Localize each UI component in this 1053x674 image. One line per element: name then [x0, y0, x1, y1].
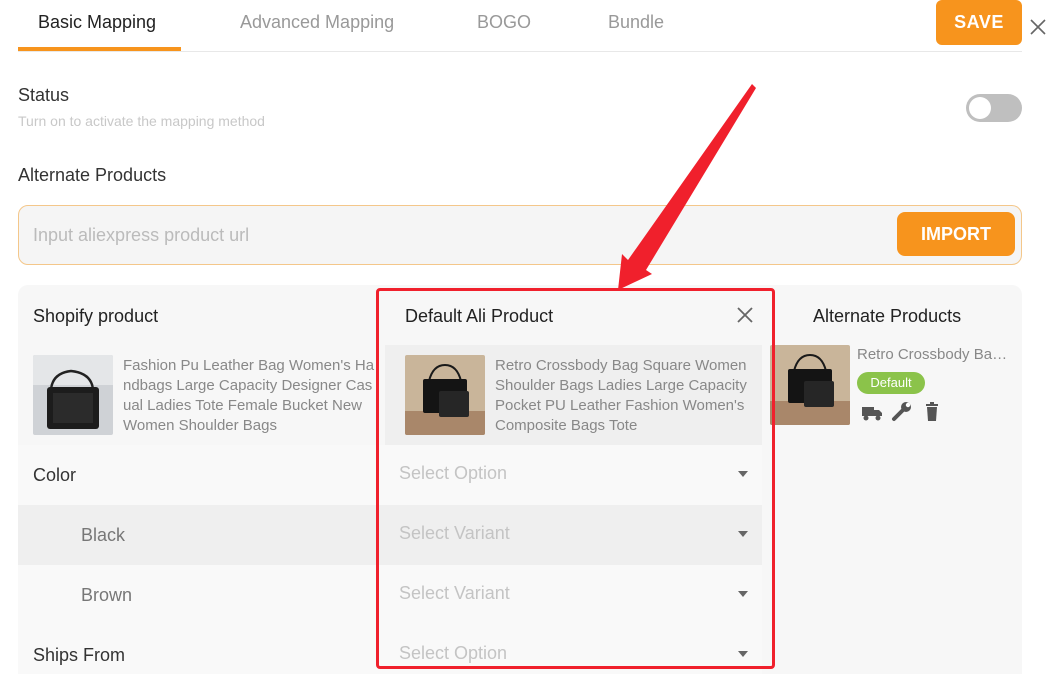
select-black-variant-text: Select Variant: [399, 523, 510, 543]
select-brown-variant[interactable]: Select Variant: [385, 565, 762, 625]
caret-down-icon: [738, 651, 748, 657]
select-ships-from-option[interactable]: Select Option: [385, 625, 762, 674]
caret-down-icon: [738, 471, 748, 477]
active-tab-underline: [18, 47, 181, 51]
shopify-product-image: [33, 355, 113, 435]
tab-advanced-mapping[interactable]: Advanced Mapping: [240, 12, 394, 33]
column-header-alternate: Alternate Products: [813, 306, 962, 326]
close-icon[interactable]: [1029, 18, 1047, 36]
row-label-brown: Brown: [81, 585, 133, 605]
select-black-variant[interactable]: Select Variant: [385, 505, 762, 565]
trash-icon[interactable]: [921, 402, 943, 422]
alternate-product-title: Retro Crossbody Bag Square Women Shoulde…: [857, 346, 1012, 363]
toggle-knob: [969, 97, 991, 119]
status-title: Status: [18, 85, 70, 105]
row-label-ships-from: Ships From: [33, 645, 126, 665]
row-label-black: Black: [81, 525, 126, 545]
ali-product-image: [405, 355, 485, 435]
tab-basic-mapping[interactable]: Basic Mapping: [38, 12, 156, 33]
select-color-option[interactable]: Select Option: [385, 445, 762, 505]
url-input-wrapper: IMPORT: [18, 205, 1022, 265]
alternate-products-title: Alternate Products: [18, 165, 167, 185]
column-header-shopify: Shopify product: [33, 306, 159, 326]
row-label-color: Color: [33, 465, 77, 485]
save-button[interactable]: SAVE: [936, 0, 1022, 45]
alternate-product-image: [770, 345, 850, 425]
select-brown-variant-text: Select Variant: [399, 583, 510, 603]
close-ali-panel-icon[interactable]: [736, 306, 754, 324]
status-toggle[interactable]: [966, 94, 1022, 122]
default-badge: Default: [857, 372, 925, 394]
caret-down-icon: [738, 531, 748, 537]
status-subtitle: Turn on to activate the mapping method: [18, 113, 265, 129]
shopify-product-title: Fashion Pu Leather Bag Women's Handbags …: [123, 357, 375, 434]
tab-bogo[interactable]: BOGO: [477, 12, 531, 33]
ali-product-title: Retro Crossbody Bag Square Women Shoulde…: [495, 357, 747, 434]
mapping-tabs: Basic Mapping Advanced Mapping BOGO Bund…: [18, 0, 1022, 52]
tab-bundle[interactable]: Bundle: [608, 12, 664, 33]
import-button[interactable]: IMPORT: [897, 212, 1015, 256]
caret-down-icon: [738, 591, 748, 597]
select-ships-from-option-text: Select Option: [399, 643, 508, 663]
select-color-option-text: Select Option: [399, 463, 508, 483]
shipping-truck-icon[interactable]: [861, 402, 883, 422]
wrench-icon[interactable]: [891, 402, 913, 422]
column-header-default-ali: Default Ali Product: [405, 306, 554, 326]
aliexpress-url-input[interactable]: [33, 220, 873, 250]
